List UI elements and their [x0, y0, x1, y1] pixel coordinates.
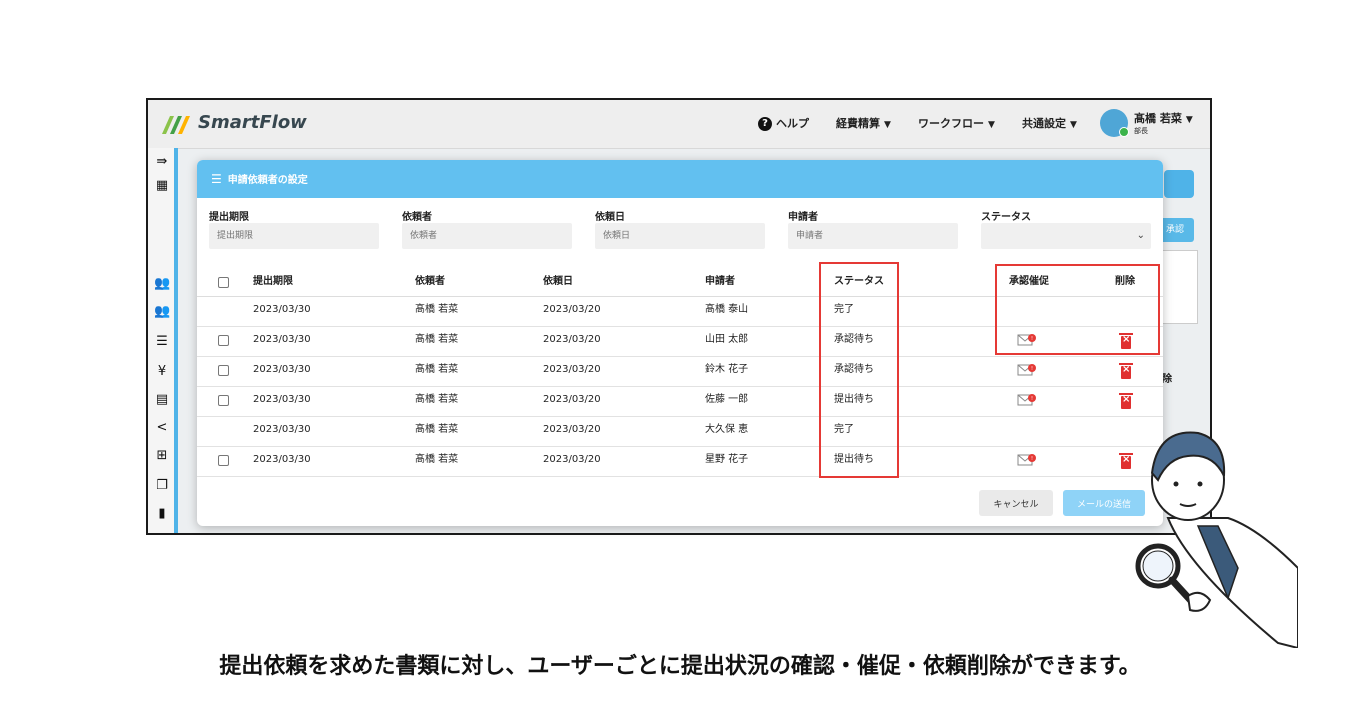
trash-icon[interactable]	[1119, 393, 1133, 409]
col-requester: 依頼者	[415, 276, 445, 287]
cell-applicant: 鈴木 花子	[705, 364, 749, 375]
cell-requester: 髙橋 若菜	[415, 364, 459, 375]
workflow-label: ワークフロー	[918, 117, 984, 130]
cell-deadline: 2023/03/30	[253, 424, 311, 435]
users-icon[interactable]: 👥	[154, 276, 170, 292]
list-icon[interactable]: ☰	[154, 334, 170, 350]
col-applicant: 申請者	[705, 276, 735, 287]
help-menu[interactable]: ? ヘルプ	[758, 115, 809, 131]
filter-applicant-label: 申請者	[788, 212, 818, 223]
filter-deadline-input[interactable]	[209, 223, 379, 249]
yen-icon[interactable]: ¥	[154, 364, 170, 380]
caret-down-icon: ▼	[884, 120, 891, 130]
cell-requester: 髙橋 若菜	[415, 334, 459, 345]
cell-requester: 髙橋 若菜	[415, 454, 459, 465]
cell-applicant: 星野 花子	[705, 454, 749, 465]
help-label: ヘルプ	[776, 117, 809, 130]
table-row: 2023/03/30 髙橋 若菜 2023/03/20 鈴木 花子 承認待ち !	[197, 356, 1163, 387]
expense-menu[interactable]: 経費精算 ▼	[836, 115, 891, 131]
cell-request-date: 2023/03/20	[543, 424, 601, 435]
list-icon: ☰	[211, 172, 222, 186]
filter-status-label: ステータス	[981, 212, 1031, 223]
user-name: 髙橋 若菜	[1134, 112, 1182, 125]
row-checkbox[interactable]	[218, 395, 229, 406]
cell-deadline: 2023/03/30	[253, 334, 311, 345]
status-highlight-box	[819, 262, 899, 478]
grid-icon[interactable]: ⊞	[154, 448, 170, 464]
mail-remind-icon[interactable]: !	[1017, 453, 1037, 467]
select-all-checkbox[interactable]	[218, 277, 229, 288]
top-navbar: SmartFlow ? ヘルプ 経費精算 ▼ ワークフロー ▼ 共通設定 ▼ 髙橋 若菜…	[148, 100, 1210, 149]
svg-text:!: !	[1031, 366, 1033, 372]
modal-header: ☰ 申請依頼者の設定	[197, 160, 1163, 198]
file-icon[interactable]: ▮	[154, 506, 170, 522]
cell-deadline: 2023/03/30	[253, 304, 311, 315]
expense-label: 経費精算	[836, 117, 880, 130]
filter-requester-label: 依頼者	[402, 212, 432, 223]
cell-request-date: 2023/03/20	[543, 454, 601, 465]
mail-remind-icon[interactable]: !	[1017, 363, 1037, 377]
filter-request-date-input[interactable]	[595, 223, 765, 249]
filter-applicant-input[interactable]	[788, 223, 958, 249]
row-checkbox[interactable]	[218, 455, 229, 466]
table-row: 2023/03/30 髙橋 若菜 2023/03/20 大久保 恵 完了	[197, 416, 1163, 447]
cell-request-date: 2023/03/20	[543, 334, 601, 345]
col-deadline: 提出期限	[253, 276, 293, 287]
cell-applicant: 山田 太郎	[705, 334, 749, 345]
user-role: 部長	[1134, 127, 1148, 135]
cell-requester: 髙橋 若菜	[415, 424, 459, 435]
svg-text:!: !	[1031, 456, 1033, 462]
cancel-button[interactable]: キャンセル	[979, 490, 1053, 516]
filter-request-date-label: 依頼日	[595, 212, 625, 223]
brand-name: SmartFlow	[198, 112, 307, 133]
table-row: 2023/03/30 髙橋 若菜 2023/03/20 星野 花子 提出待ち !	[197, 446, 1163, 477]
businessman-magnifier-illustration	[1135, 431, 1298, 648]
cell-request-date: 2023/03/20	[543, 304, 601, 315]
chevron-down-icon: ⌄	[1136, 230, 1145, 241]
common-settings-label: 共通設定	[1022, 117, 1066, 130]
trash-icon[interactable]	[1119, 363, 1133, 379]
share-icon[interactable]: <	[154, 420, 170, 436]
svg-text:!: !	[1031, 396, 1033, 402]
caret-down-icon: ▼	[1185, 115, 1193, 125]
cell-request-date: 2023/03/20	[543, 364, 601, 375]
cell-applicant: 大久保 恵	[705, 424, 749, 435]
mail-remind-icon[interactable]: !	[1017, 393, 1037, 407]
user-menu[interactable]: 髙橋 若菜 ▼	[1134, 110, 1193, 126]
cell-request-date: 2023/03/20	[543, 394, 601, 405]
caption-text: 提出依頼を求めた書類に対し、ユーザーごとに提出状況の確認・催促・依頼削除ができま…	[219, 654, 1141, 679]
cell-applicant: 佐藤 一郎	[705, 394, 749, 405]
table-row: 2023/03/30 髙橋 若菜 2023/03/20 佐藤 一郎 提出待ち !	[197, 386, 1163, 417]
filter-deadline-label: 提出期限	[209, 212, 249, 223]
smartflow-logo-icon	[162, 116, 190, 134]
filter-requester-input[interactable]	[402, 223, 572, 249]
user-avatar[interactable]	[1100, 109, 1129, 137]
row-checkbox[interactable]	[218, 335, 229, 346]
actions-highlight-box	[995, 264, 1160, 355]
col-request-date: 依頼日	[543, 276, 573, 287]
sidebar: ⇛ ▦ 👥 👥 ☰ ¥ ▤ < ⊞ ❐ ▮	[148, 148, 178, 533]
caret-down-icon: ▼	[988, 120, 995, 130]
cell-deadline: 2023/03/30	[253, 364, 311, 375]
cell-deadline: 2023/03/30	[253, 454, 311, 465]
cell-requester: 髙橋 若菜	[415, 304, 459, 315]
filter-status-select[interactable]: ⌄	[981, 223, 1151, 249]
modal-title: 申請依頼者の設定	[227, 175, 308, 186]
cell-deadline: 2023/03/30	[253, 394, 311, 405]
cell-applicant: 髙橋 泰山	[705, 304, 749, 315]
caret-down-icon: ▼	[1070, 120, 1077, 130]
expand-icon[interactable]: ⇛	[154, 154, 170, 170]
workflow-menu[interactable]: ワークフロー ▼	[918, 115, 995, 131]
copy-icon[interactable]: ❐	[154, 478, 170, 494]
users-alt-icon[interactable]: 👥	[154, 304, 170, 320]
common-settings-menu[interactable]: 共通設定 ▼	[1022, 115, 1077, 131]
cell-requester: 髙橋 若菜	[415, 394, 459, 405]
background-search-button	[1164, 170, 1194, 198]
question-icon: ?	[758, 117, 772, 131]
document-list-icon[interactable]: ▤	[154, 392, 170, 408]
background-delete-header: 除	[1162, 374, 1172, 385]
row-checkbox[interactable]	[218, 365, 229, 376]
building-icon[interactable]: ▦	[154, 178, 170, 194]
